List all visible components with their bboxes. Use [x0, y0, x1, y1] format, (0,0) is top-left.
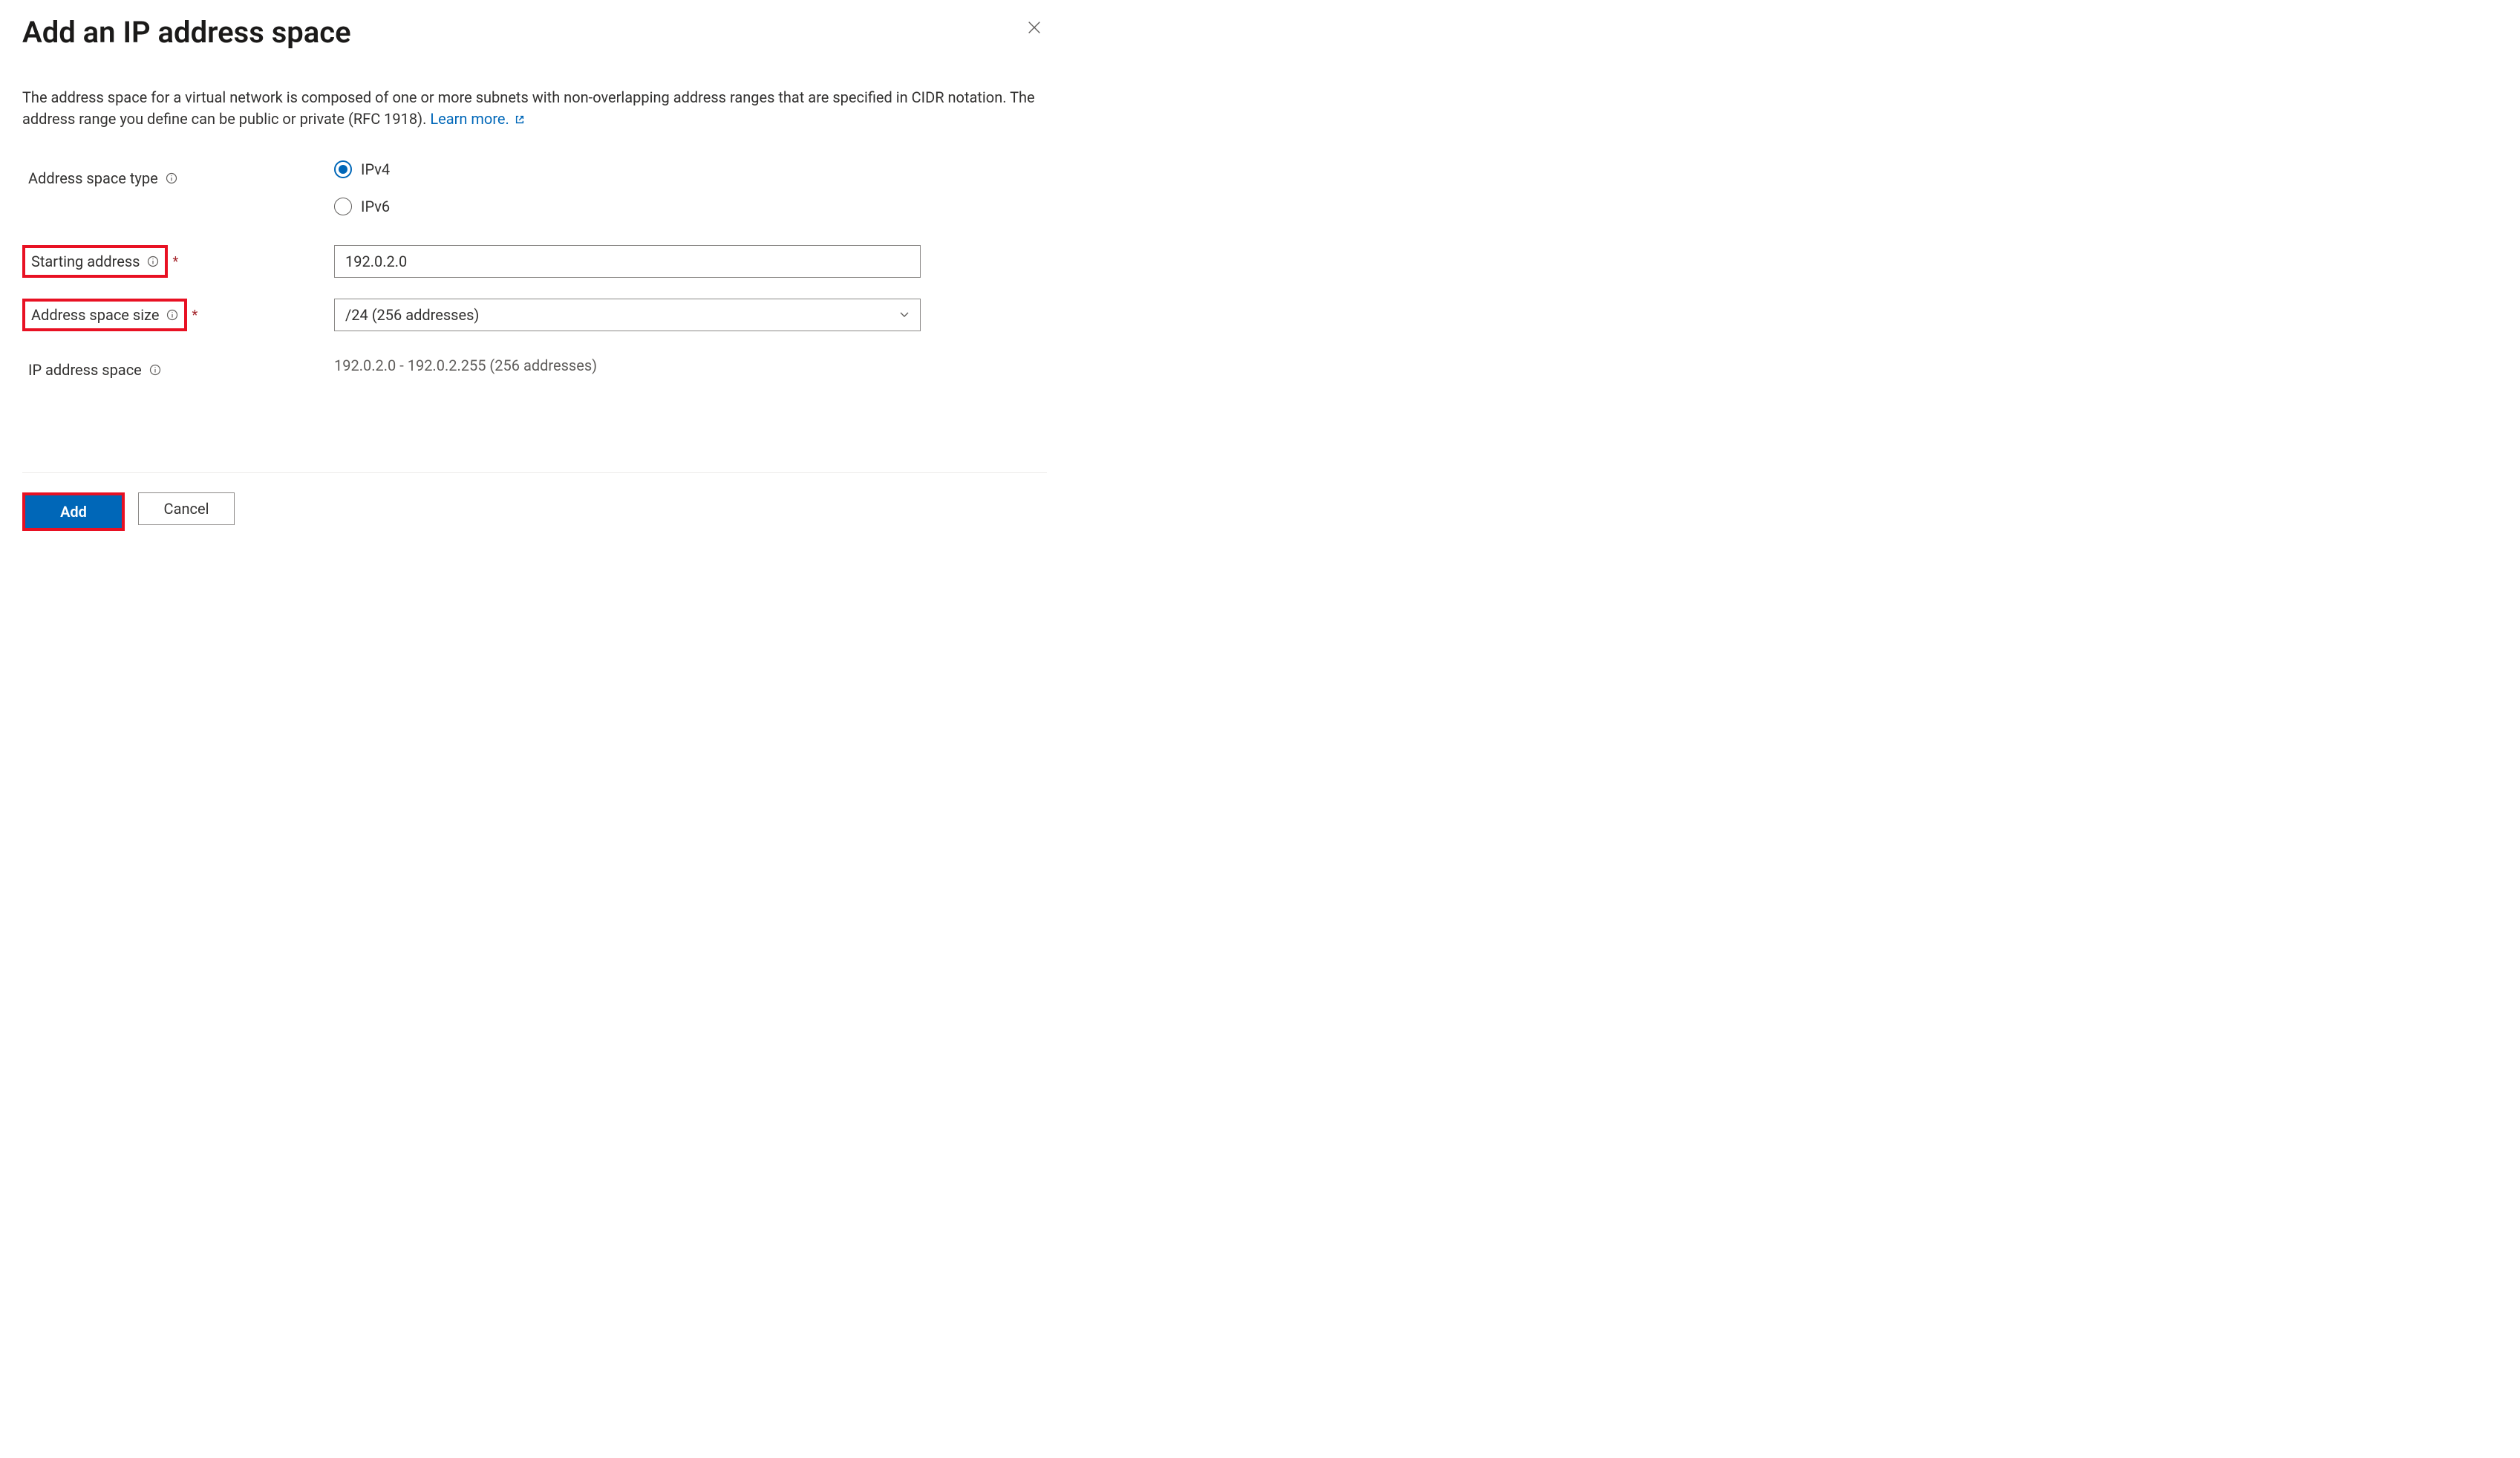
add-button[interactable]: Add: [25, 495, 122, 528]
required-mark: *: [192, 307, 198, 323]
external-link-icon: [515, 109, 525, 131]
required-mark: *: [172, 254, 178, 270]
radio-label-ipv6: IPv6: [361, 198, 390, 215]
add-button-highlight: Add: [22, 492, 125, 531]
radio-icon: [334, 160, 352, 178]
panel-description: The address space for a virtual network …: [22, 87, 1047, 131]
info-icon[interactable]: [149, 364, 161, 376]
learn-more-text: Learn more.: [430, 110, 509, 128]
control-starting-address: [334, 245, 1047, 278]
info-icon[interactable]: [147, 256, 159, 267]
radio-group-address-space-type: IPv4 IPv6: [334, 160, 1047, 215]
info-icon[interactable]: [166, 172, 177, 184]
label-text-address-space-type: Address space type: [28, 169, 158, 187]
control-address-space-type: IPv4 IPv6: [334, 160, 1047, 215]
label-ip-address-space: IP address space: [22, 352, 334, 383]
close-button[interactable]: [1022, 15, 1047, 42]
panel-footer: Add Cancel: [22, 472, 1047, 531]
row-address-space-size: Address space size * /24 (256 addresses): [22, 299, 1047, 331]
panel-header: Add an IP address space: [22, 15, 1047, 50]
info-icon[interactable]: [166, 309, 178, 321]
label-text-starting-address: Starting address: [31, 253, 140, 270]
address-space-size-select[interactable]: /24 (256 addresses): [334, 299, 921, 331]
starting-address-input[interactable]: [334, 245, 921, 278]
row-address-space-type: Address space type IPv4 IPv6: [22, 160, 1047, 215]
label-address-space-size: Address space size *: [22, 299, 334, 331]
radio-ipv6[interactable]: IPv6: [334, 198, 1047, 215]
ip-address-space-value: 192.0.2.0 - 192.0.2.255 (256 addresses): [334, 352, 1047, 374]
cancel-button[interactable]: Cancel: [138, 492, 235, 525]
close-icon: [1026, 19, 1042, 38]
description-text: The address space for a virtual network …: [22, 88, 1035, 128]
label-address-space-type: Address space type: [22, 160, 334, 192]
label-starting-address: Starting address *: [22, 245, 334, 278]
radio-label-ipv4: IPv4: [361, 160, 390, 178]
row-ip-address-space: IP address space 192.0.2.0 - 192.0.2.255…: [22, 352, 1047, 383]
label-text-address-space-size: Address space size: [31, 306, 159, 324]
control-address-space-size: /24 (256 addresses): [334, 299, 1047, 331]
radio-ipv4[interactable]: IPv4: [334, 160, 1047, 178]
learn-more-link[interactable]: Learn more.: [430, 110, 524, 128]
add-ip-address-space-panel: Add an IP address space The address spac…: [22, 15, 1047, 531]
panel-title: Add an IP address space: [22, 15, 351, 50]
label-text-ip-address-space: IP address space: [28, 361, 142, 379]
row-starting-address: Starting address *: [22, 245, 1047, 278]
select-value: /24 (256 addresses): [345, 306, 479, 324]
radio-icon: [334, 198, 352, 215]
